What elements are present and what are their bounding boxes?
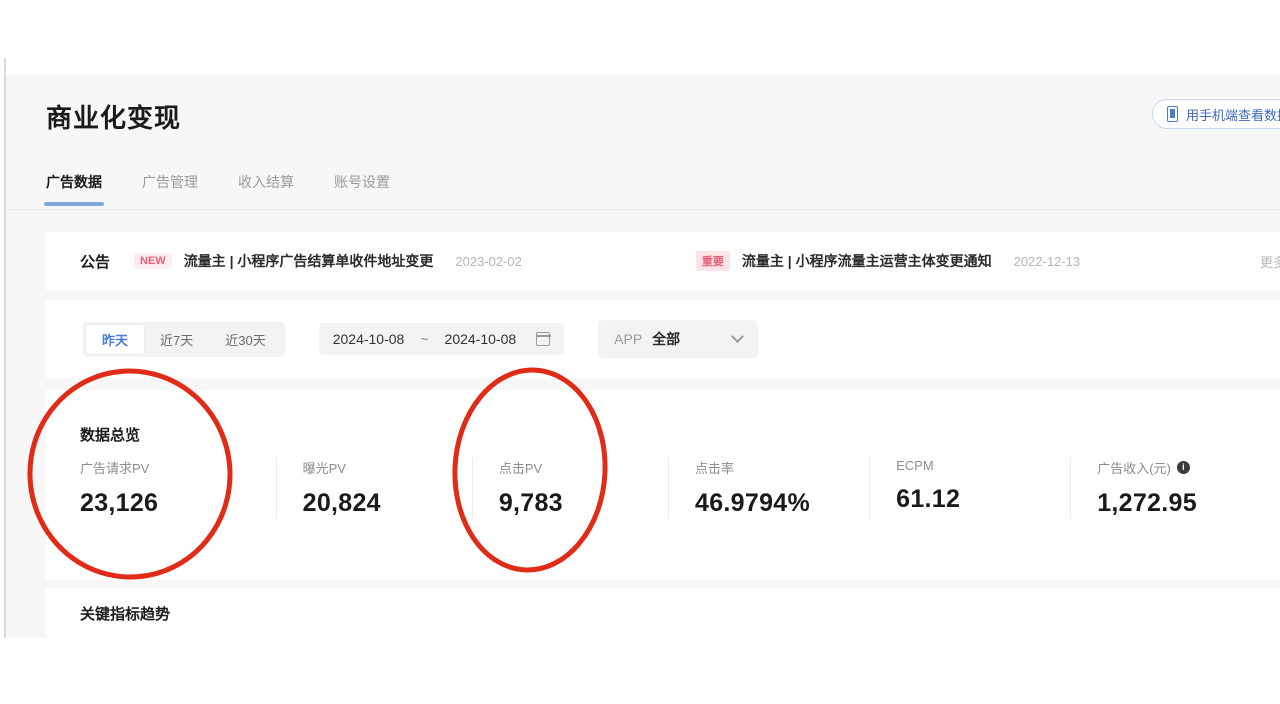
announcement-title-1[interactable]: 流量主 | 小程序广告结算单收件地址变更: [184, 251, 434, 271]
view-on-mobile-button[interactable]: 用手机端查看数据: [1152, 99, 1280, 129]
announcement-row: 公告 NEW 流量主 | 小程序广告结算单收件地址变更 2023-02-02 重…: [46, 232, 1280, 290]
tab-label: 广告管理: [142, 174, 198, 190]
announcement-more-link[interactable]: 更多: [1260, 252, 1280, 271]
metric-label-text: 点击率: [695, 461, 735, 476]
date-end-value[interactable]: 2024-10-08: [445, 331, 517, 347]
date-start-value[interactable]: 2024-10-08: [333, 331, 405, 347]
metric-label: 广告请求PV: [80, 458, 276, 477]
browser-chrome-top: [0, 0, 1280, 75]
announcement-date-2: 2022-12-13: [1013, 253, 1081, 269]
metric-value: 9,783: [498, 489, 563, 517]
data-overview-title: 数据总览: [80, 427, 141, 444]
metric-label-text: 点击PV: [498, 461, 543, 476]
announcement-card: 公告 NEW 流量主 | 小程序广告结算单收件地址变更 2023-02-02 重…: [46, 232, 1280, 290]
filter-card: 昨天 近7天 近30天 2024-10-08 ~ 2024-10-08 APP …: [46, 300, 1280, 378]
tab-ad-management[interactable]: 广告管理: [142, 172, 198, 206]
data-overview-card: 数据总览 广告请求PV 23,126 曝光PV 20,824 点击PV 9,78…: [46, 390, 1280, 580]
segment-label: 近7天: [160, 332, 194, 348]
tabs-divider: [6, 209, 1280, 210]
date-range-picker[interactable]: 2024-10-08 ~ 2024-10-08: [318, 323, 565, 355]
main-tabs: 广告数据 广告管理 收入结算 账号设置: [44, 172, 390, 206]
metric-ad-request-pv: 广告请求PV 23,126: [80, 458, 276, 518]
metric-label-text: 广告收入(元): [1097, 461, 1171, 476]
metrics-row: 广告请求PV 23,126 曝光PV 20,824 点击PV 9,783 点击率…: [80, 458, 1280, 518]
metric-ecpm: ECPM 61.12: [869, 458, 1070, 518]
segment-last-30-days[interactable]: 近30天: [209, 325, 281, 354]
app-select-label: APP: [614, 331, 643, 347]
segment-label: 昨天: [102, 332, 129, 348]
metric-click-pv: 点击PV 9,783: [471, 458, 668, 518]
tab-label: 收入结算: [238, 174, 294, 190]
app-select-value: 全部: [652, 331, 681, 347]
metric-value: 61.12: [896, 485, 961, 513]
metric-exposure-pv: 曝光PV 20,824: [275, 458, 472, 518]
calendar-icon[interactable]: [535, 332, 551, 346]
info-icon[interactable]: i: [1176, 461, 1190, 474]
announcement-title-2[interactable]: 流量主 | 小程序流量主运营主体变更通知: [742, 251, 992, 271]
metric-label: 广告收入(元) i: [1097, 458, 1280, 477]
announcement-badge-new: NEW: [134, 253, 172, 269]
metric-label-text: 曝光PV: [302, 461, 346, 476]
filter-row: 昨天 近7天 近30天 2024-10-08 ~ 2024-10-08 APP …: [46, 300, 1280, 378]
metric-value: 23,126: [80, 489, 159, 517]
tab-account-settings[interactable]: 账号设置: [334, 172, 390, 206]
tab-label: 广告数据: [46, 174, 102, 190]
announcement-date-1: 2023-02-02: [455, 253, 522, 269]
screenshot-root: 商业化变现 用手机端查看数据 广告数据 广告管理 收入结算 账号设置 公告 NE…: [0, 0, 1280, 704]
announcement-label: 公告: [80, 253, 111, 271]
metric-label-text: 广告请求PV: [80, 461, 150, 476]
segment-label: 近30天: [225, 332, 266, 348]
page-title: 商业化变现: [46, 103, 182, 133]
view-on-mobile-label: 用手机端查看数据: [1186, 107, 1280, 123]
tab-label: 账号设置: [334, 174, 390, 190]
segment-last-7-days[interactable]: 近7天: [144, 325, 209, 354]
metric-label-text: ECPM: [896, 458, 934, 473]
metric-ad-revenue: 广告收入(元) i 1,272.95: [1070, 458, 1280, 518]
metric-value: 1,272.95: [1097, 489, 1197, 517]
app-select[interactable]: APP 全部: [598, 320, 759, 358]
metric-label: 点击率: [695, 458, 869, 477]
metric-label: ECPM: [896, 458, 1070, 473]
date-separator: ~: [420, 331, 429, 347]
browser-chrome-bottom: [0, 638, 1280, 704]
phone-icon: [1167, 106, 1178, 122]
chevron-down-icon[interactable]: [731, 329, 745, 343]
key-metrics-trend-title: 关键指标趋势: [80, 606, 171, 623]
metric-click-rate: 点击率 46.9794%: [668, 458, 869, 518]
key-metrics-trend-card: 关键指标趋势: [46, 588, 1280, 638]
metric-label: 点击PV: [499, 458, 668, 477]
announcement-badge-important: 重要: [695, 251, 730, 271]
metric-value: 46.9794%: [695, 489, 811, 517]
date-range-segmented-control: 昨天 近7天 近30天: [83, 321, 285, 357]
metric-label: 曝光PV: [303, 458, 472, 477]
tab-ad-data[interactable]: 广告数据: [44, 172, 104, 206]
tab-income-settlement[interactable]: 收入结算: [238, 172, 294, 206]
segment-yesterday[interactable]: 昨天: [86, 324, 145, 354]
metric-value: 20,824: [302, 489, 381, 517]
